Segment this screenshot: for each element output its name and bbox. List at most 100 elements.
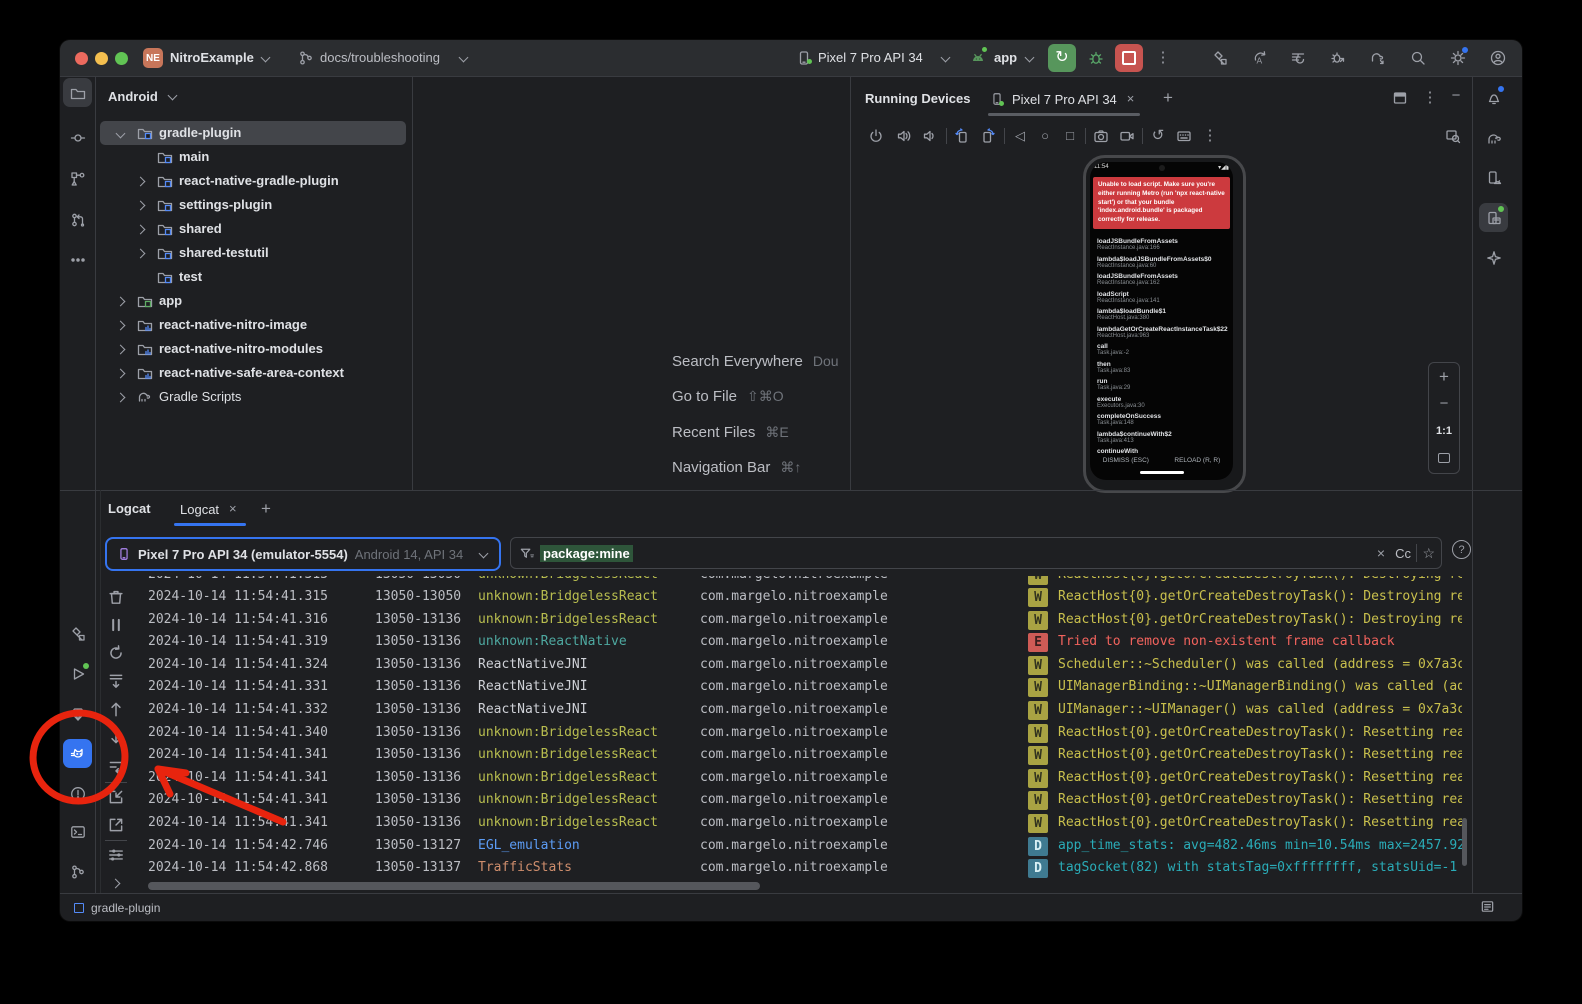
emulator-mirror-search-icon[interactable] (1445, 128, 1461, 144)
rerun-button[interactable]: ↻ (1048, 44, 1076, 72)
log-row[interactable]: 2024-10-14 11:54:41.34113050-13136unknow… (140, 767, 1462, 790)
log-row[interactable]: 2024-10-14 11:54:41.31913050-13136unknow… (140, 631, 1462, 654)
new-device-tab-plus-icon[interactable]: + (1160, 90, 1176, 106)
window-zoom-button[interactable] (115, 52, 128, 65)
search-icon[interactable] (1410, 50, 1426, 66)
tree-chevron-icon[interactable] (116, 393, 126, 403)
status-bar-module[interactable]: gradle-plugin (74, 901, 160, 915)
logcat-tab[interactable]: Logcat × (180, 501, 237, 517)
log-row[interactable]: 2024-10-14 11:54:41.32413050-13136ReactN… (140, 654, 1462, 677)
log-row[interactable]: 2024-10-14 11:54:42.74613050-13127EGL_em… (140, 835, 1462, 858)
logcat-device-selector[interactable]: Pixel 7 Pro API 34 (emulator-5554) Andro… (105, 537, 501, 571)
logcat-clear-trash-icon[interactable] (107, 588, 125, 606)
profile-avatar-icon[interactable] (1490, 50, 1506, 66)
emulator-rotate-right-icon[interactable] (980, 128, 996, 144)
logcat-filter-query[interactable]: package:mine (540, 545, 633, 562)
tree-item-app[interactable]: app (100, 289, 406, 313)
tree-item-main[interactable]: main (100, 145, 406, 169)
tab-close-icon[interactable]: × (1127, 91, 1135, 107)
window-minimize-button[interactable] (95, 52, 108, 65)
tree-item-settings-plugin[interactable]: settings-plugin (100, 193, 406, 217)
running-devices-tab[interactable]: Pixel 7 Pro API 34 × (990, 87, 1134, 111)
device-selector[interactable]: Pixel 7 Pro API 34 (818, 50, 923, 65)
logcat-import-icon[interactable] (107, 788, 125, 806)
tool-version-control-button[interactable] (63, 857, 92, 886)
zoom-fit-button[interactable] (1429, 444, 1459, 471)
tree-chevron-icon[interactable] (136, 201, 146, 211)
filter-favorite-star-icon[interactable]: ☆ (1422, 545, 1435, 562)
tree-chevron-icon[interactable] (116, 297, 126, 307)
emulator-overview-icon[interactable]: □ (1062, 128, 1078, 144)
logcat-previous-occurrence-icon[interactable] (107, 700, 125, 718)
emulator-home-icon[interactable]: ○ (1037, 128, 1053, 144)
notifications-button[interactable] (1479, 83, 1508, 112)
tree-chevron-icon[interactable] (136, 177, 146, 187)
panel-hide-icon[interactable]: − (1448, 88, 1464, 104)
emulator-volume-up-icon[interactable] (896, 128, 912, 144)
filter-help-icon[interactable]: ? (1452, 540, 1471, 559)
log-row[interactable]: 2024-10-14 11:54:41.34013050-13136unknow… (140, 722, 1462, 745)
log-row[interactable]: 2024-10-14 11:54:42.86813050-13137Traffi… (140, 857, 1462, 880)
tool-run-button[interactable] (63, 659, 92, 688)
tool-structure-button[interactable] (63, 164, 92, 193)
logcat-output[interactable]: 2024-10-14 11:54:41.31313050-13050unknow… (140, 576, 1462, 888)
emulator-rotate-left-icon[interactable] (954, 128, 970, 144)
stop-button[interactable] (1115, 44, 1143, 72)
debug-button[interactable] (1088, 50, 1104, 66)
logcat-gutter-expand-icon[interactable] (111, 879, 121, 889)
zoom-in-button[interactable]: + (1429, 363, 1459, 390)
window-close-button[interactable] (75, 52, 88, 65)
gradle-sync-icon[interactable] (1370, 50, 1386, 66)
tree-item-react-native-nitro-modules[interactable]: react-native-nitro-modules (100, 337, 406, 361)
emulator-power-icon[interactable] (868, 128, 884, 144)
tool-logcat-button[interactable] (63, 739, 92, 768)
log-row[interactable]: 2024-10-14 11:54:41.31613050-13136unknow… (140, 609, 1462, 632)
tree-item-react-native-safe-area-context[interactable]: react-native-safe-area-context (100, 361, 406, 385)
zoom-out-button[interactable]: − (1429, 390, 1459, 417)
zoom-reset-button[interactable]: 1:1 (1429, 417, 1459, 444)
log-row[interactable]: 2024-10-14 11:54:41.34113050-13136unknow… (140, 744, 1462, 767)
ai-assistant-button[interactable] (1479, 243, 1508, 272)
log-row[interactable]: 2024-10-14 11:54:41.31313050-13050unknow… (140, 576, 1462, 586)
logcat-next-occurrence-icon[interactable] (107, 728, 125, 746)
project-name[interactable]: NitroExample (170, 50, 254, 65)
emulator-more-kebab-icon[interactable]: ⋮ (1202, 128, 1218, 144)
logcat-pause-icon[interactable] (107, 616, 125, 634)
tree-chevron-icon[interactable] (116, 321, 126, 331)
log-row[interactable]: 2024-10-14 11:54:41.33213050-13136ReactN… (140, 699, 1462, 722)
run-config-selector[interactable]: app (994, 50, 1017, 65)
emulator-input-snippet-icon[interactable] (1176, 128, 1192, 144)
emulator-screen[interactable]: 11:54 ▾◢▮ Unable to load script. Make su… (1090, 162, 1233, 480)
panel-options-kebab-icon[interactable]: ⋮ (1422, 90, 1438, 106)
match-case-toggle[interactable]: Cc (1395, 546, 1411, 561)
tree-item-gradle-scripts[interactable]: Gradle Scripts (100, 385, 406, 409)
dismiss-button[interactable]: DISMISS (ESC) (1103, 457, 1149, 464)
run-more-kebab-icon[interactable]: ⋮ (1155, 50, 1171, 66)
tree-chevron-icon[interactable] (116, 345, 126, 355)
tree-chevron-icon[interactable] (116, 129, 126, 139)
run-configurations-icon[interactable] (1290, 50, 1306, 66)
logcat-filter-field[interactable]: package:mine × Cc ☆ (510, 537, 1442, 569)
tree-item-react-native-nitro-image[interactable]: react-native-nitro-image (100, 313, 406, 337)
reload-button[interactable]: RELOAD (R, R) (1174, 457, 1220, 464)
tree-chevron-icon[interactable] (136, 225, 146, 235)
logcat-export-icon[interactable] (107, 816, 125, 834)
tool-commit-button[interactable] (63, 123, 92, 152)
panel-layout-icon[interactable] (1392, 90, 1408, 106)
log-row[interactable]: 2024-10-14 11:54:41.34113050-13136unknow… (140, 812, 1462, 835)
logcat-soft-wrap-icon[interactable] (107, 758, 125, 776)
tool-build-button[interactable] (63, 619, 92, 648)
tree-item-react-native-gradle-plugin[interactable]: react-native-gradle-plugin (100, 169, 406, 193)
tool-problems-button[interactable] (63, 779, 92, 808)
new-logcat-tab-plus-icon[interactable]: + (258, 501, 274, 517)
tool-terminal-button[interactable] (63, 817, 92, 846)
tree-item-gradle-plugin[interactable]: gradle-plugin (100, 121, 406, 145)
emulator-screen-record-icon[interactable] (1119, 128, 1135, 144)
tree-item-test[interactable]: test (100, 265, 406, 289)
gradle-panel-button[interactable] (1479, 123, 1508, 152)
logcat-restart-icon[interactable] (107, 644, 125, 662)
tree-item-shared-testutil[interactable]: shared-testutil (100, 241, 406, 265)
log-row[interactable]: 2024-10-14 11:54:41.34113050-13136unknow… (140, 789, 1462, 812)
filter-clear-icon[interactable]: × (1377, 545, 1385, 561)
emulator-volume-down-icon[interactable] (922, 128, 938, 144)
